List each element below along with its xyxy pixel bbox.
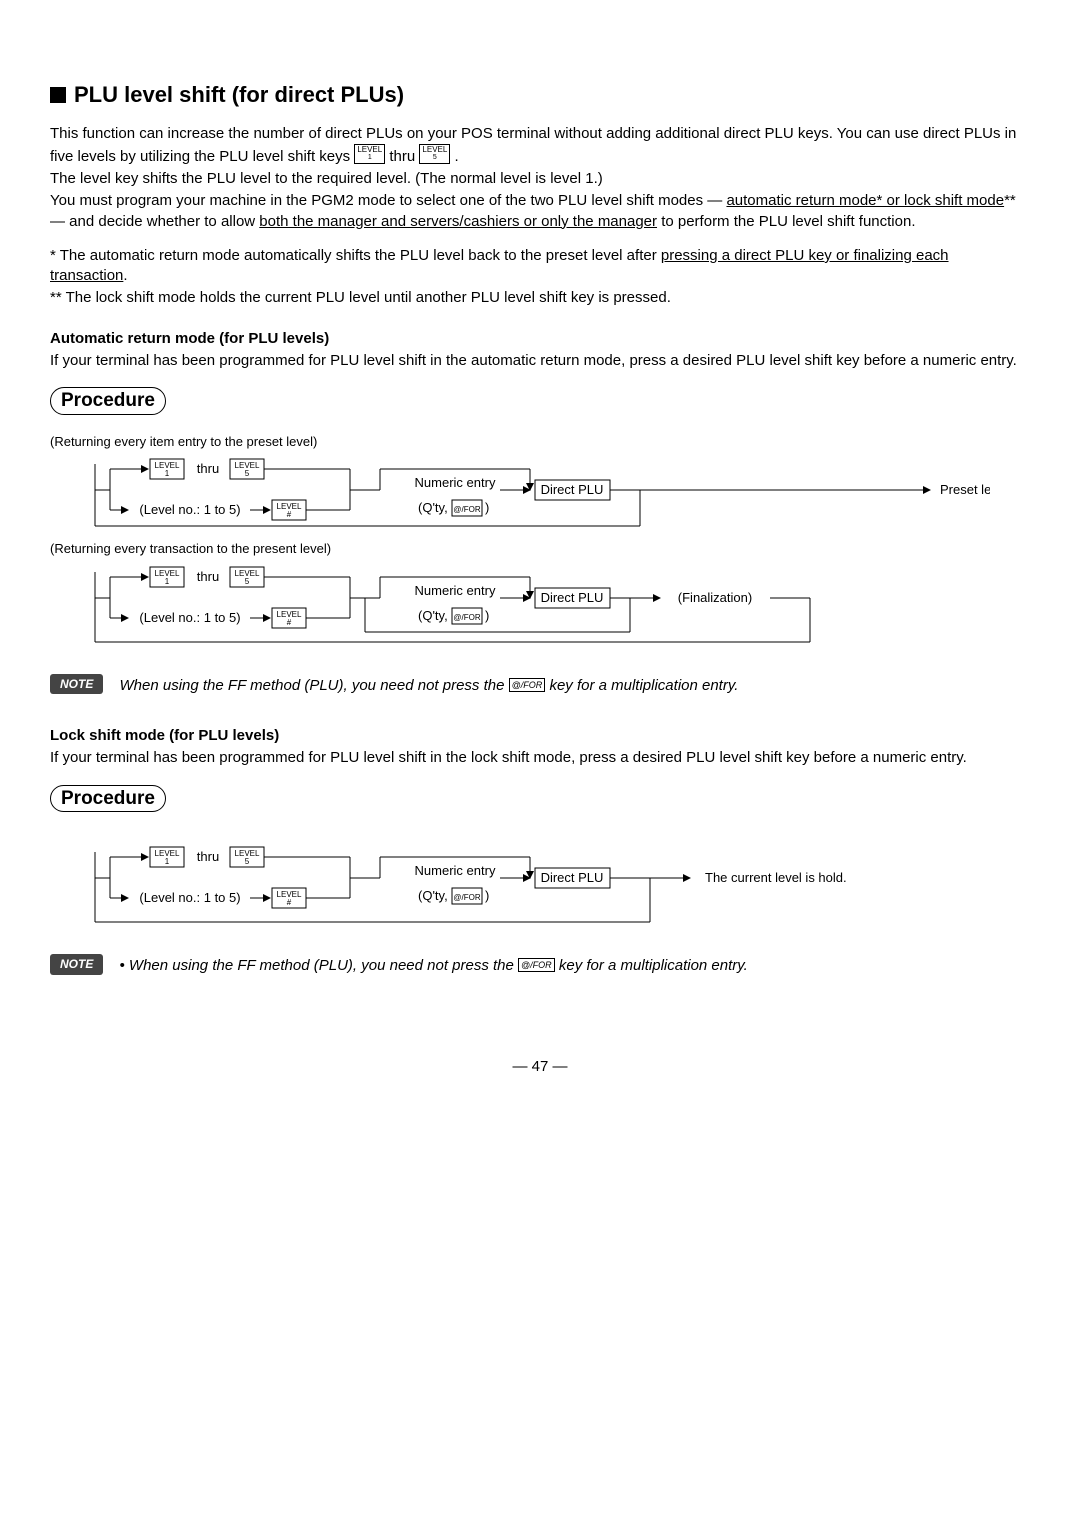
text: key for a multiplication entry. [549, 677, 738, 694]
svg-text:): ) [485, 888, 489, 903]
key-for-icon: @/FOR [518, 958, 555, 972]
key-level1-icon: LEVEL1 [354, 144, 385, 164]
svg-text:(Level no.: 1 to 5): (Level no.: 1 to 5) [139, 502, 240, 517]
auto-mode-body: If your terminal has been programmed for… [50, 351, 1030, 371]
text: to perform the PLU level shift function. [657, 213, 915, 230]
svg-text:@/FOR: @/FOR [453, 505, 480, 514]
svg-text:(Q'ty,: (Q'ty, [418, 888, 448, 903]
text: • When using the FF method (PLU), you ne… [120, 957, 519, 974]
intro-line2: The level key shifts the PLU level to th… [50, 169, 1030, 189]
diagram-2: LEVEL 1 thru LEVEL 5 (Level no.: 1 to 5)… [50, 562, 990, 652]
svg-text:thru: thru [197, 569, 219, 584]
heading-text: PLU level shift (for direct PLUs) [74, 82, 404, 107]
text-underline: both the manager and servers/cashiers or… [259, 213, 657, 230]
footnote-1: * The automatic return mode automaticall… [50, 246, 1030, 287]
page-number: — 47 — [50, 1057, 1030, 1077]
footnote-2: ** The lock shift mode holds the current… [50, 288, 1030, 308]
bullet-square [50, 87, 66, 103]
svg-text:5: 5 [245, 577, 250, 586]
svg-text:(Level no.: 1 to 5): (Level no.: 1 to 5) [139, 610, 240, 625]
svg-text:@/FOR: @/FOR [453, 893, 480, 902]
text: thru [389, 148, 419, 165]
note-badge: NOTE [50, 674, 103, 694]
svg-text:#: # [287, 510, 292, 519]
text-underline: automatic return mode* or lock shift mod… [726, 192, 1004, 209]
svg-text:thru: thru [197, 849, 219, 864]
svg-text:thru: thru [197, 461, 219, 476]
text: . [454, 148, 458, 165]
svg-text:Numeric entry: Numeric entry [415, 583, 496, 598]
svg-text:#: # [287, 618, 292, 627]
procedure-label-2: Procedure [50, 785, 166, 813]
diagram-label-2: (Returning every transaction to the pres… [50, 540, 1030, 558]
diagram-1: LEVEL 1 thru LEVEL 5 (Level no.: 1 to 5)… [50, 454, 990, 534]
svg-text:The current level is hold.: The current level is hold. [705, 870, 847, 885]
intro-paragraph: This function can increase the number of… [50, 124, 1030, 168]
svg-text:Direct PLU: Direct PLU [541, 590, 604, 605]
svg-text:(Q'ty,: (Q'ty, [418, 608, 448, 623]
lock-mode-body: If your terminal has been programmed for… [50, 748, 1030, 768]
svg-text:1: 1 [165, 857, 170, 866]
svg-text:(Level no.: 1 to 5): (Level no.: 1 to 5) [139, 890, 240, 905]
svg-text:5: 5 [245, 469, 250, 478]
svg-text:1: 1 [165, 577, 170, 586]
svg-text:(Finalization): (Finalization) [678, 590, 752, 605]
section-heading: PLU level shift (for direct PLUs) [50, 80, 1030, 110]
intro-line3: You must program your machine in the PGM… [50, 191, 1030, 232]
text: You must program your machine in the PGM… [50, 192, 726, 209]
note-1: NOTE When using the FF method (PLU), you… [50, 674, 1030, 696]
svg-text:Numeric entry: Numeric entry [415, 475, 496, 490]
text: key for a multiplication entry. [559, 957, 748, 974]
svg-text:(Q'ty,: (Q'ty, [418, 500, 448, 515]
lock-mode-heading: Lock shift mode (for PLU levels) [50, 726, 1030, 746]
key-for-icon: @/FOR [509, 678, 546, 692]
svg-text:Preset level: Preset level [940, 482, 990, 497]
footnote-list: * The automatic return mode automaticall… [50, 246, 1030, 309]
text: * The automatic return mode automaticall… [50, 247, 661, 264]
svg-text:Direct PLU: Direct PLU [541, 870, 604, 885]
svg-text:1: 1 [165, 469, 170, 478]
svg-text:@/FOR: @/FOR [453, 613, 480, 622]
note-badge: NOTE [50, 954, 103, 974]
note-2: NOTE • When using the FF method (PLU), y… [50, 954, 1030, 976]
svg-text:Numeric entry: Numeric entry [415, 863, 496, 878]
text: . [123, 267, 127, 284]
svg-text:): ) [485, 500, 489, 515]
procedure-label: Procedure [50, 387, 166, 415]
key-level5-icon: LEVEL5 [419, 144, 450, 164]
text: This function can increase the number of… [50, 125, 1016, 165]
diagram-label-1: (Returning every item entry to the prese… [50, 433, 1030, 451]
text: When using the FF method (PLU), you need… [120, 677, 509, 694]
svg-text:): ) [485, 608, 489, 623]
auto-mode-heading: Automatic return mode (for PLU levels) [50, 329, 1030, 349]
svg-text:#: # [287, 898, 292, 907]
diagram-3: LEVEL 1 thru LEVEL 5 (Level no.: 1 to 5)… [50, 842, 990, 932]
svg-text:Direct PLU: Direct PLU [541, 482, 604, 497]
svg-text:5: 5 [245, 857, 250, 866]
